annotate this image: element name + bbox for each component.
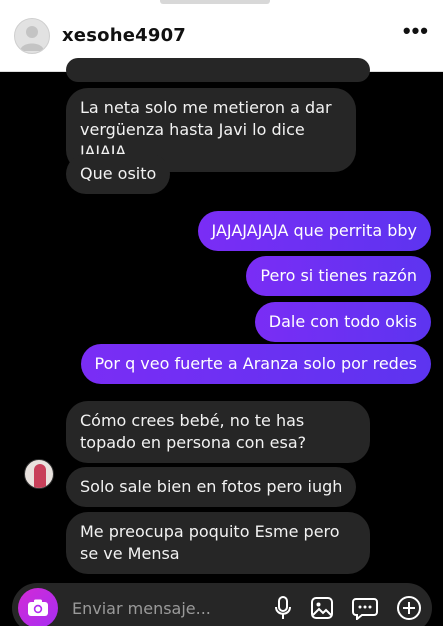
message-text: JAJAJAJAJA que perrita bby [211, 221, 418, 240]
sender-avatar[interactable] [24, 459, 54, 489]
composer-tools [274, 595, 422, 621]
message-composer: Enviar mensaje... [12, 583, 432, 626]
message-bubble[interactable]: Cómo crees bebé, no te has topado en per… [66, 401, 370, 463]
message-text: Que osito [80, 164, 157, 183]
camera-button[interactable] [18, 588, 58, 626]
camera-icon [28, 599, 48, 616]
message-thread[interactable]: La neta solo me metieron a dar vergüenza… [0, 58, 443, 580]
message-text: Cómo crees bebé, no te has topado en per… [80, 411, 307, 452]
message-bubble[interactable]: Me preocupa poquito Esme pero se ve Mens… [66, 512, 370, 574]
message-bubble[interactable]: Dale con todo okis [254, 302, 431, 342]
message-bubble[interactable]: Que osito [66, 154, 171, 194]
status-bar-remnant [160, 0, 270, 4]
chat-username[interactable]: xesohe4907 [62, 25, 186, 46]
plus-circle-icon[interactable] [396, 595, 422, 621]
message-text: Por q veo fuerte a Aranza solo por redes [94, 354, 417, 373]
gallery-icon[interactable] [310, 596, 334, 620]
message-text: Dale con todo okis [268, 312, 417, 331]
message-bubble-partial [66, 58, 370, 82]
more-options-icon[interactable]: ••• [403, 19, 429, 52]
message-text: Pero si tienes razón [260, 266, 417, 285]
sticker-icon[interactable] [352, 596, 378, 620]
message-input[interactable]: Enviar mensaje... [72, 599, 211, 618]
message-bubble[interactable]: Pero si tienes razón [246, 256, 431, 296]
message-bubble[interactable]: Por q veo fuerte a Aranza solo por redes [80, 344, 431, 384]
message-text: Solo sale bien en fotos pero iugh [80, 477, 343, 496]
message-text: La neta solo me metieron a dar vergüenza… [80, 98, 332, 161]
profile-avatar[interactable] [14, 17, 50, 54]
message-bubble[interactable]: JAJAJAJAJA que perrita bby [197, 211, 431, 251]
avatar-photo [34, 464, 46, 488]
message-bubble[interactable]: Solo sale bien en fotos pero iugh [66, 467, 357, 507]
message-text: Me preocupa poquito Esme pero se ve Mens… [80, 522, 340, 563]
microphone-icon[interactable] [274, 596, 292, 620]
default-user-icon [20, 25, 44, 51]
